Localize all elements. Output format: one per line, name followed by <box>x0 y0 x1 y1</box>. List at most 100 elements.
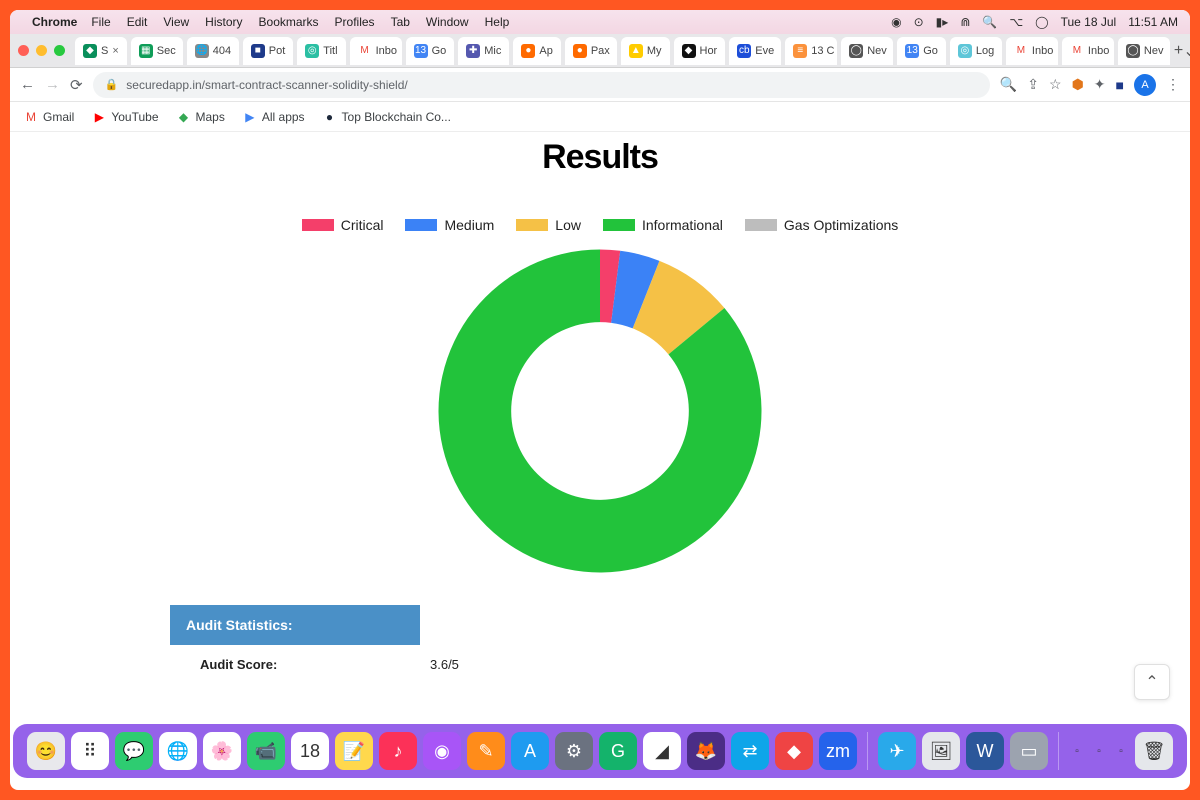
browser-tab[interactable]: ●Ap <box>513 37 560 65</box>
appstore-icon[interactable]: A <box>511 732 549 770</box>
bookmark-item[interactable]: ▶YouTube <box>92 110 158 124</box>
menubar-time[interactable]: 11:51 AM <box>1128 15 1178 29</box>
bookmark-item[interactable]: ●Top Blockchain Co... <box>323 110 451 124</box>
tab-favicon: M <box>358 44 372 58</box>
trash-icon[interactable]: 🗑 <box>1135 732 1173 770</box>
extension-badge-icon[interactable]: ■ <box>1116 77 1124 93</box>
menu-profiles[interactable]: Profiles <box>335 15 375 29</box>
browser-tab[interactable]: MInbo <box>1006 37 1058 65</box>
browser-tab[interactable]: ◆S× <box>75 37 127 65</box>
photos-icon[interactable]: 🌸 <box>203 732 241 770</box>
chrome-icon[interactable]: 🌐 <box>159 732 197 770</box>
address-bar[interactable]: 🔒 securedapp.in/smart-contract-scanner-s… <box>93 72 990 98</box>
anydesk-icon[interactable]: ◆ <box>775 732 813 770</box>
legend-item[interactable]: Low <box>516 217 581 233</box>
bookmark-item[interactable]: MGmail <box>24 110 74 124</box>
extensions-icon[interactable]: ✦ <box>1094 76 1106 93</box>
legend-item[interactable]: Critical <box>302 217 384 233</box>
browser-tab[interactable]: ≡13 C <box>785 37 837 65</box>
browser-tab[interactable]: ◆Hor <box>674 37 726 65</box>
close-tab-icon[interactable]: × <box>112 45 118 57</box>
browser-tab[interactable]: ■Pot <box>243 37 294 65</box>
tab-favicon: 13 <box>905 44 919 58</box>
bookmark-star-icon[interactable]: ☆ <box>1049 76 1062 93</box>
app-icon[interactable]: ▭ <box>1010 732 1048 770</box>
calendar-icon[interactable]: 18 <box>291 732 329 770</box>
menubar-app-name[interactable]: Chrome <box>32 15 77 29</box>
preview-icon[interactable]: 🖼 <box>922 732 960 770</box>
teamviewer-icon[interactable]: ⇄ <box>731 732 769 770</box>
spotlight-icon[interactable]: 🔍 <box>982 15 997 29</box>
zoom-icon[interactable]: 🔍 <box>1000 76 1017 93</box>
grammarly-icon[interactable]: G <box>599 732 637 770</box>
menu-view[interactable]: View <box>163 15 189 29</box>
facetime-icon[interactable]: 📹 <box>247 732 285 770</box>
browser-tab[interactable]: ▲My <box>621 37 670 65</box>
grammar-status-icon[interactable]: ◉ <box>891 15 901 29</box>
clickup-icon[interactable]: ◢ <box>643 732 681 770</box>
zoom-icon[interactable]: zm <box>819 732 857 770</box>
scroll-to-top-button[interactable]: ⌃ <box>1134 664 1170 700</box>
browser-tab[interactable]: 13Go <box>897 37 946 65</box>
legend-swatch <box>405 219 437 231</box>
menu-history[interactable]: History <box>205 15 242 29</box>
bookmark-label: All apps <box>262 110 305 124</box>
browser-tab[interactable]: ✚Mic <box>458 37 509 65</box>
menu-bookmarks[interactable]: Bookmarks <box>259 15 319 29</box>
browser-tab[interactable]: ◎Titl <box>297 37 345 65</box>
tab-overflow-button[interactable]: ⌄ <box>1183 41 1190 61</box>
forward-button[interactable]: → <box>45 76 60 93</box>
browser-tab[interactable]: ◯Nev <box>1118 37 1170 65</box>
messages-icon[interactable]: 💬 <box>115 732 153 770</box>
legend-item[interactable]: Informational <box>603 217 723 233</box>
browser-tab[interactable]: 🌐404 <box>187 37 239 65</box>
browser-tab[interactable]: MInbo <box>350 37 402 65</box>
pages-icon[interactable]: ✎ <box>467 732 505 770</box>
mini-icon-2[interactable]: ▫ <box>1091 743 1107 759</box>
telegram-icon[interactable]: ✈ <box>878 732 916 770</box>
play-status-icon[interactable]: ⊙ <box>914 15 924 29</box>
tab-label: My <box>647 45 662 57</box>
reload-button[interactable]: ⟳ <box>70 76 83 94</box>
podcasts-icon[interactable]: ◉ <box>423 732 461 770</box>
menu-tab[interactable]: Tab <box>391 15 410 29</box>
legend-item[interactable]: Gas Optimizations <box>745 217 898 233</box>
share-icon[interactable]: ⇪ <box>1027 76 1039 93</box>
browser-tab[interactable]: ●Pax <box>565 37 617 65</box>
mini-icon-1[interactable]: ▫ <box>1069 743 1085 759</box>
new-tab-button[interactable]: + <box>1174 42 1183 60</box>
browser-menu-button[interactable]: ⋮ <box>1166 76 1180 93</box>
wifi-icon[interactable]: ⋒ <box>960 15 970 29</box>
menu-window[interactable]: Window <box>426 15 469 29</box>
menu-file[interactable]: File <box>91 15 110 29</box>
menubar-date[interactable]: Tue 18 Jul <box>1061 15 1117 29</box>
browser-tab[interactable]: ◯Nev <box>841 37 893 65</box>
launchpad-icon[interactable]: ⠿ <box>71 732 109 770</box>
back-button[interactable]: ← <box>20 76 35 93</box>
profile-avatar[interactable]: A <box>1134 74 1156 96</box>
metamask-icon[interactable]: ⬢ <box>1072 76 1084 93</box>
close-window-button[interactable] <box>18 45 29 56</box>
settings-icon[interactable]: ⚙ <box>555 732 593 770</box>
finder-icon[interactable]: 😊 <box>27 732 65 770</box>
music-icon[interactable]: ♪ <box>379 732 417 770</box>
browser-tab[interactable]: MInbo <box>1062 37 1114 65</box>
siri-icon[interactable]: ◯ <box>1035 15 1048 29</box>
notes-icon[interactable]: 📝 <box>335 732 373 770</box>
minimize-window-button[interactable] <box>36 45 47 56</box>
control-center-icon[interactable]: ⌥ <box>1009 15 1023 29</box>
bookmark-item[interactable]: ▶All apps <box>243 110 305 124</box>
menu-help[interactable]: Help <box>485 15 510 29</box>
browser-tab[interactable]: ▦Sec <box>131 37 183 65</box>
word-icon[interactable]: W <box>966 732 1004 770</box>
menu-edit[interactable]: Edit <box>127 15 148 29</box>
browser-tab[interactable]: ◎Log <box>950 37 1002 65</box>
browser-tab[interactable]: 13Go <box>406 37 455 65</box>
battery-icon[interactable]: ▮▸ <box>936 15 949 29</box>
bookmark-item[interactable]: ◆Maps <box>177 110 225 124</box>
mini-icon-3[interactable]: ▫ <box>1113 743 1129 759</box>
browser-tab[interactable]: cbEve <box>729 37 781 65</box>
maximize-window-button[interactable] <box>54 45 65 56</box>
firefox-icon[interactable]: 🦊 <box>687 732 725 770</box>
legend-item[interactable]: Medium <box>405 217 494 233</box>
